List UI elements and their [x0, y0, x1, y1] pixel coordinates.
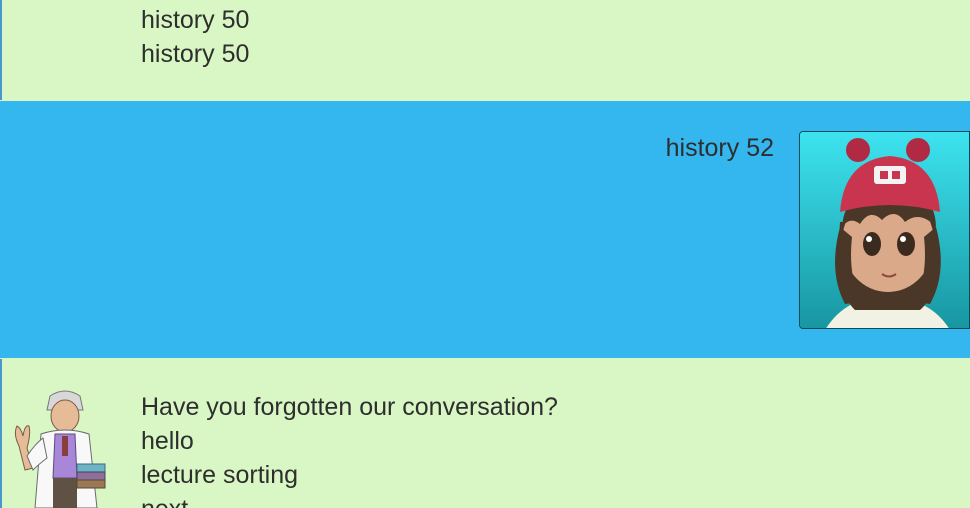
bot-message-line: hello	[141, 427, 194, 455]
professor-avatar-icon	[14, 390, 106, 508]
bot-message-line: next	[141, 492, 188, 508]
bot-message: history 50 history 50	[0, 0, 970, 100]
bot-message-line: Have you forgotten our conversation?	[141, 393, 558, 421]
chat-view[interactable]: history 50 history 50 history 52 Have yo…	[0, 0, 970, 508]
bot-message-line: lecture sorting	[141, 461, 299, 489]
user-avatar	[799, 131, 970, 329]
bot-message-line: history 50	[141, 6, 250, 34]
girl-trainer-avatar-icon	[800, 132, 969, 328]
bot-message: Have you forgotten our conversation? hel…	[0, 359, 970, 508]
bot-message-line: history 50	[141, 40, 250, 68]
user-message-text: history 52	[665, 134, 774, 162]
bot-avatar	[5, 386, 115, 508]
